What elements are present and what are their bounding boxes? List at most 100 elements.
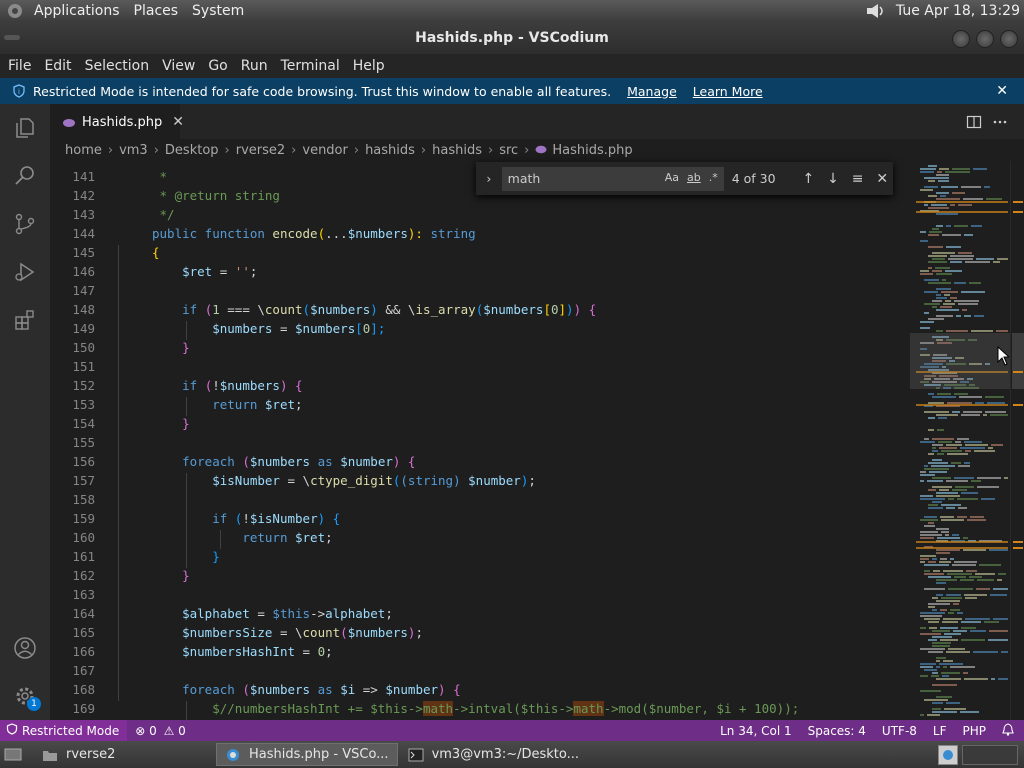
line-number: 149 — [72, 321, 95, 336]
task-rverse2[interactable]: rverse2 — [34, 743, 214, 766]
indentation-status[interactable]: Spaces: 4 — [800, 724, 874, 738]
workspace-switcher-empty[interactable] — [962, 745, 1018, 765]
learn-more-link[interactable]: Learn More — [693, 84, 763, 99]
vertical-scrollbar[interactable] — [1010, 161, 1024, 720]
warning-count: 0 — [178, 723, 186, 738]
error-count: 0 — [149, 723, 157, 738]
minimap-slider[interactable] — [910, 333, 1010, 389]
menu-view[interactable]: View — [154, 58, 200, 74]
manage-link[interactable]: Manage — [627, 84, 677, 99]
breadcrumb-home[interactable]: home — [65, 143, 102, 158]
code-line: } — [182, 568, 190, 583]
menu-file[interactable]: File — [0, 58, 36, 74]
breadcrumb-desktop[interactable]: Desktop — [165, 143, 219, 158]
line-number: 153 — [72, 397, 95, 412]
cursor-position-status[interactable]: Ln 34, Col 1 — [712, 724, 800, 738]
panel-clock[interactable]: Tue Apr 18, 13:29 — [896, 3, 1020, 19]
code-line: $isNumber = \ctype_digit((string) $numbe… — [212, 473, 536, 488]
code-line: $alphabet = $this->alphabet; — [182, 606, 393, 621]
panel-menu-system[interactable]: System — [185, 3, 251, 19]
status-bar: Restricted Mode ⊗ 0 ⚠ 0 Ln 34, Col 1 Spa… — [0, 720, 1024, 741]
code-editor[interactable]: 141 142 143 144 145 146 147 148 149 150 151 152 153 1… — [50, 161, 910, 720]
explorer-icon[interactable] — [13, 116, 37, 140]
panel-menu-places[interactable]: Places — [127, 3, 186, 19]
scrollbar-thumb[interactable] — [1012, 333, 1024, 389]
line-number: 162 — [72, 568, 95, 583]
menu-help[interactable]: Help — [345, 58, 390, 74]
code-line: foreach ($numbers as $i => $number) { — [182, 682, 461, 697]
task-label: rverse2 — [66, 747, 116, 762]
source-control-icon[interactable] — [13, 212, 37, 236]
activity-bar — [0, 104, 50, 720]
close-find-icon[interactable]: ✕ — [871, 171, 893, 187]
code-line: * — [152, 169, 168, 184]
problems-status[interactable]: ⊗ 0 ⚠ 0 — [127, 724, 194, 738]
eol-status[interactable]: LF — [925, 724, 955, 738]
more-actions-icon[interactable] — [992, 114, 1008, 130]
toggle-replace-icon[interactable]: › — [480, 171, 498, 186]
folder-icon — [42, 748, 58, 762]
breadcrumb-hashids[interactable]: hashids — [365, 143, 415, 158]
search-icon[interactable] — [13, 164, 37, 188]
window-title: Hashids.php - VSCodium — [415, 30, 609, 46]
code-line: $numbersHashInt = 0; — [182, 644, 333, 659]
banner-close-icon[interactable]: ✕ — [996, 83, 1008, 99]
task-label: Hashids.php - VSCo... — [249, 747, 389, 762]
line-number: 144 — [72, 226, 95, 241]
previous-match-icon[interactable]: ↑ — [798, 171, 820, 187]
window-titlebar[interactable]: Hashids.php - VSCodium — [0, 22, 1024, 54]
code-line: $//numbersHashInt += $this->math->intval… — [212, 701, 800, 716]
close-window-button[interactable] — [1000, 30, 1018, 48]
split-editor-icon[interactable] — [966, 114, 982, 130]
run-debug-icon[interactable] — [13, 260, 37, 284]
breadcrumb-vm3[interactable]: vm3 — [119, 143, 148, 158]
show-desktop-icon[interactable] — [4, 746, 26, 764]
menu-edit[interactable]: Edit — [36, 58, 76, 74]
task-vscodium[interactable]: Hashids.php - VSCo... — [216, 743, 398, 766]
menu-run[interactable]: Run — [233, 58, 273, 74]
window-menu-icon[interactable] — [4, 35, 20, 40]
distro-logo-icon[interactable] — [6, 3, 24, 19]
task-label: vm3@vm3:~/Deskto... — [431, 747, 580, 762]
line-number: 151 — [72, 359, 95, 374]
minimap[interactable] — [910, 161, 1010, 720]
code-line: if (1 === \count($numbers) && \is_array(… — [182, 302, 597, 317]
menu-terminal[interactable]: Terminal — [273, 58, 345, 74]
workspace-switcher-icon[interactable] — [938, 745, 958, 765]
next-match-icon[interactable]: ↓ — [822, 171, 844, 187]
accounts-icon[interactable] — [13, 636, 37, 660]
breadcrumb-src[interactable]: src — [499, 143, 518, 158]
code-line: return $ret; — [242, 530, 333, 545]
breadcrumb-file[interactable]: Hashids.php — [552, 143, 632, 158]
find-widget: › math Aa ab .* 4 of 30 ↑ ↓ ≡ ✕ — [476, 162, 893, 195]
extensions-icon[interactable] — [13, 308, 37, 332]
volume-icon[interactable] — [866, 3, 886, 19]
mouse-cursor-icon — [997, 345, 1011, 366]
bell-icon[interactable] — [994, 722, 1024, 739]
find-input[interactable]: math Aa ab .* — [501, 166, 724, 191]
tab-close-icon[interactable]: ✕ — [172, 114, 184, 130]
match-case-toggle[interactable]: Aa — [665, 171, 679, 184]
match-whole-word-toggle[interactable]: ab — [687, 171, 701, 184]
breadcrumb-rverse2[interactable]: rverse2 — [236, 143, 285, 158]
menu-selection[interactable]: Selection — [77, 58, 155, 74]
find-in-selection-icon[interactable]: ≡ — [847, 171, 869, 187]
encoding-status[interactable]: UTF-8 — [874, 724, 925, 738]
use-regex-toggle[interactable]: .* — [709, 171, 718, 184]
language-mode-status[interactable]: PHP — [955, 724, 995, 738]
maximize-button[interactable] — [976, 30, 994, 48]
breadcrumb-hashids-2[interactable]: hashids — [432, 143, 482, 158]
shield-icon: i — [12, 84, 26, 98]
code-line: * @return string — [152, 188, 280, 203]
minimize-button[interactable] — [952, 30, 970, 48]
menu-go[interactable]: Go — [200, 58, 232, 74]
line-number: 168 — [72, 682, 95, 697]
task-terminal[interactable]: vm3@vm3:~/Deskto... — [400, 743, 587, 766]
line-number: 161 — [72, 549, 95, 564]
restricted-mode-status[interactable]: Restricted Mode — [0, 720, 128, 741]
tab-hashids-php[interactable]: Hashids.php ✕ — [50, 104, 184, 139]
breadcrumb-vendor[interactable]: vendor — [302, 143, 347, 158]
warning-icon: ⚠ — [163, 723, 175, 738]
php-file-icon — [62, 117, 76, 127]
code-line: } — [182, 340, 190, 355]
